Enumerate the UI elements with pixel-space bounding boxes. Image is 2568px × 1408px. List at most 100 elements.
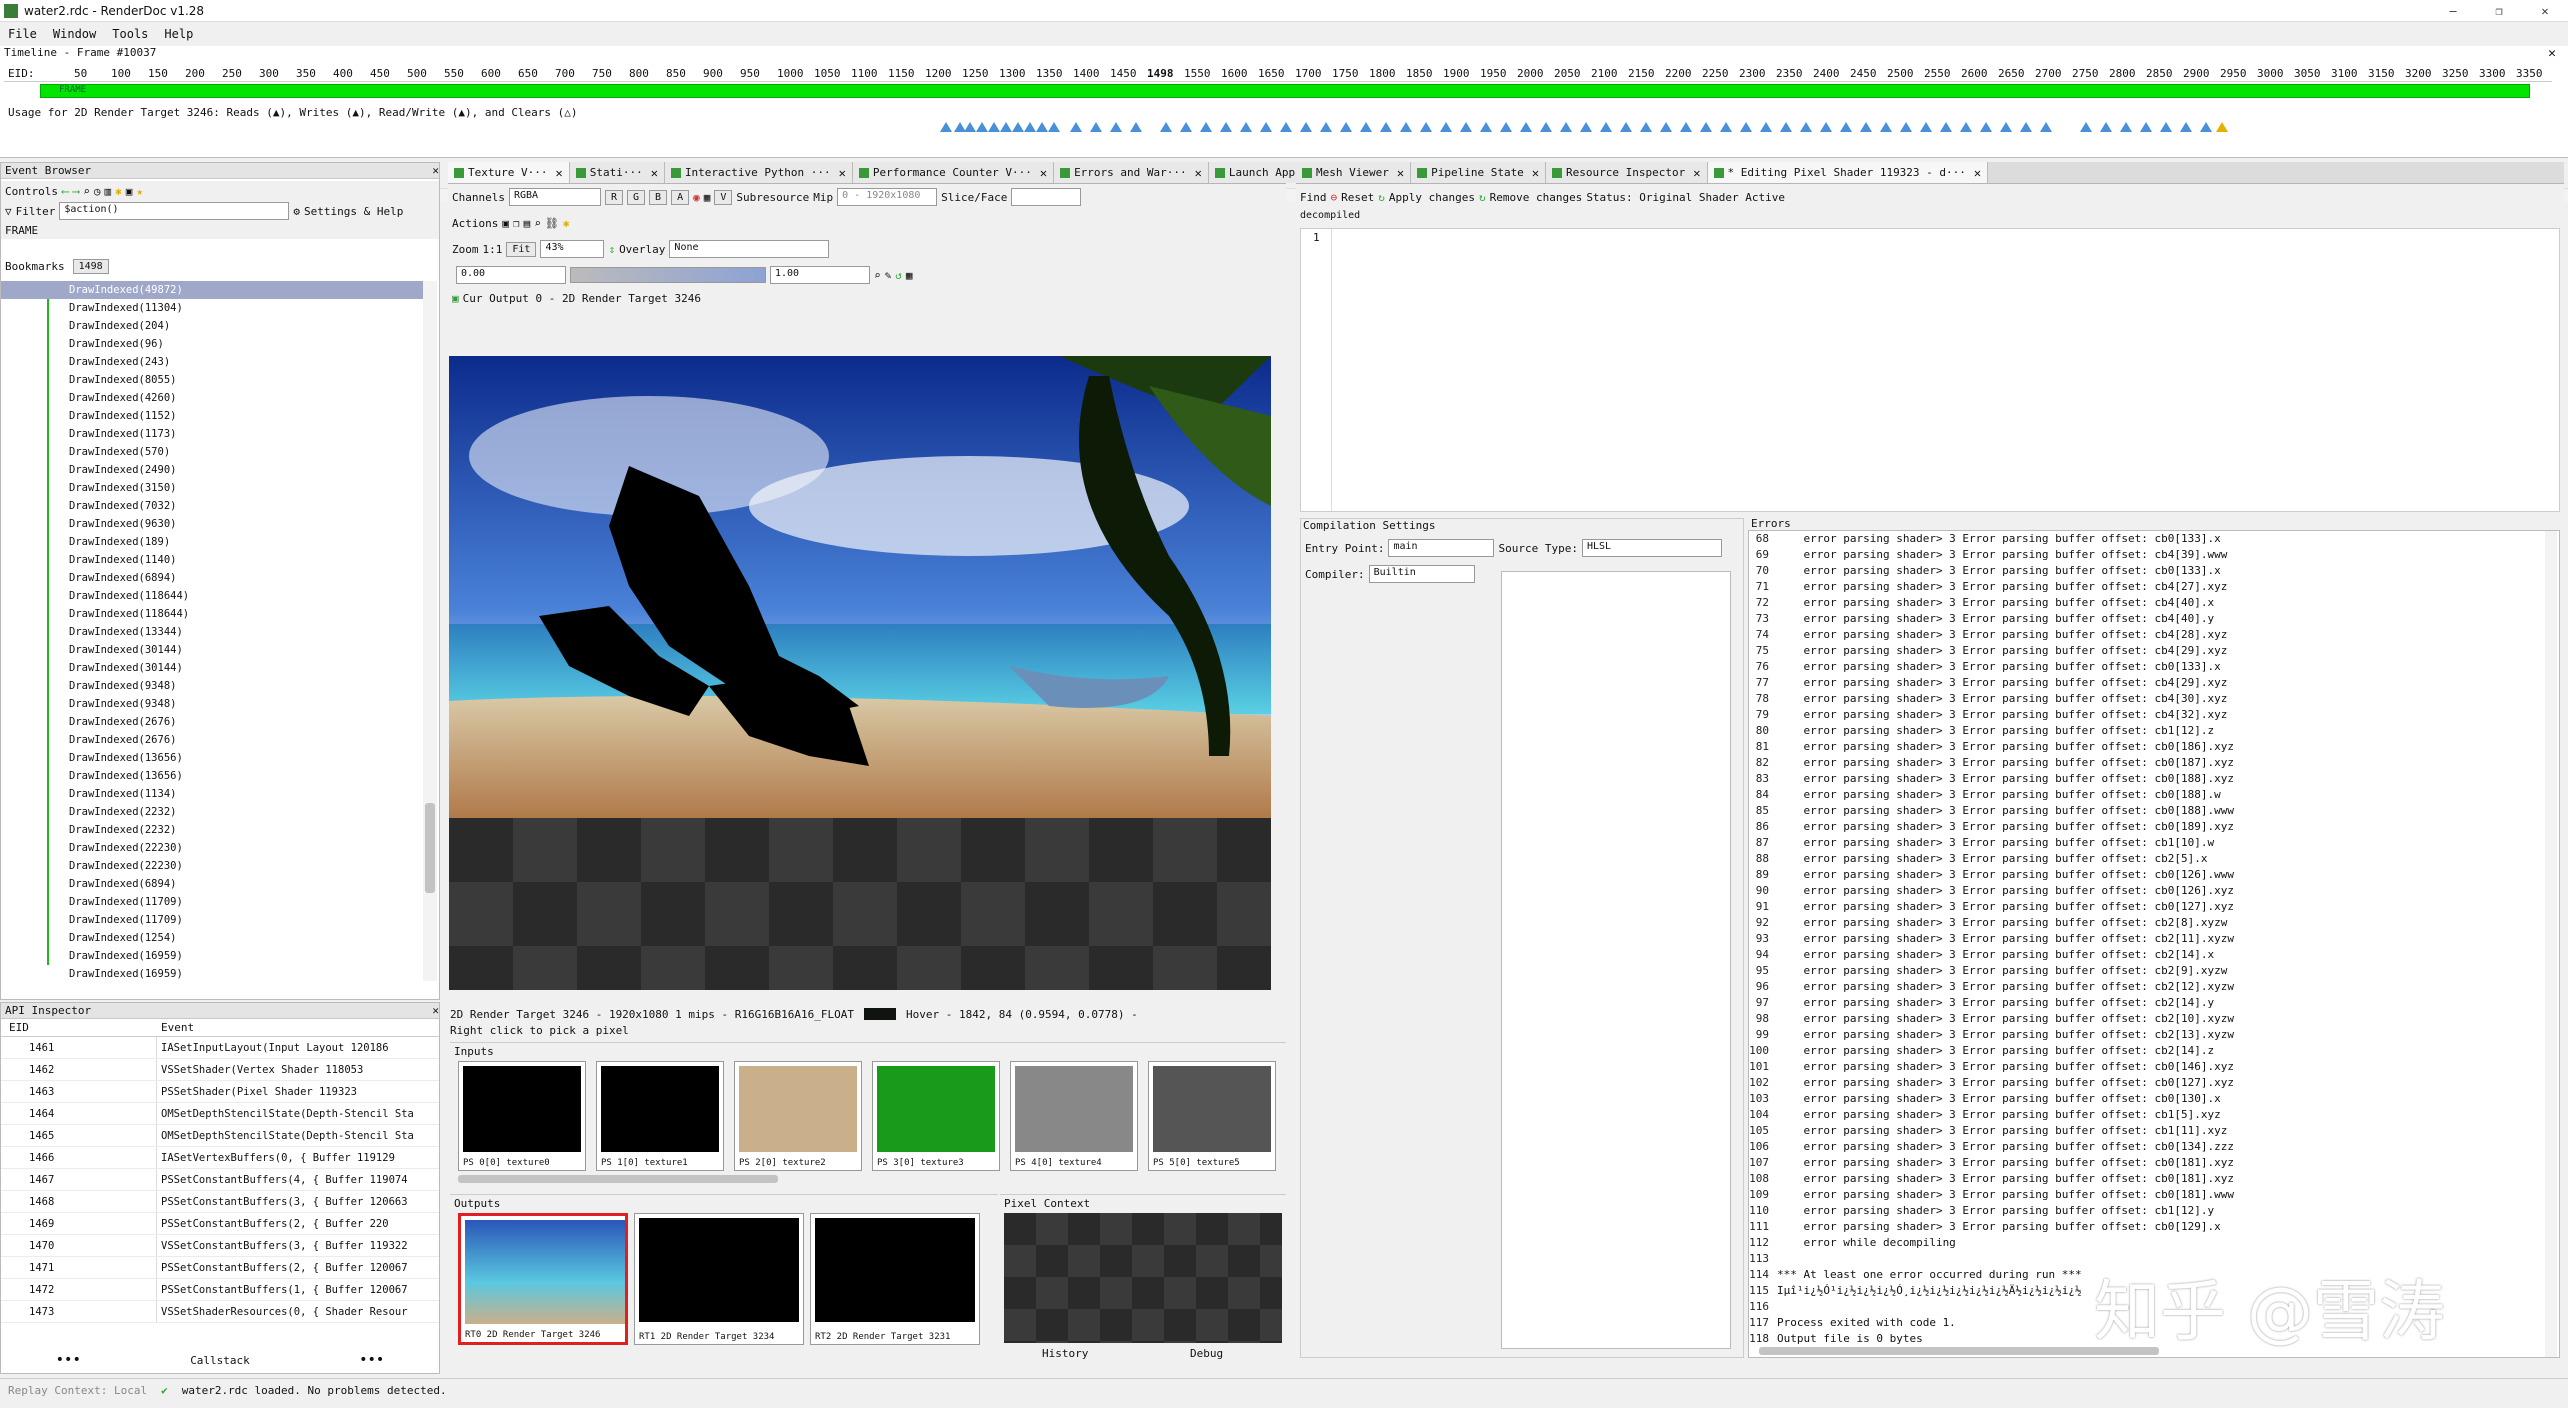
- channel-b-toggle[interactable]: B: [649, 189, 668, 205]
- source-type-select[interactable]: HLSL: [1581, 539, 1722, 557]
- api-call-row[interactable]: 1469 PSSetConstantBuffers(2, { Buffer 220: [1, 1213, 439, 1235]
- tab[interactable]: Performance Counter V··· ✕: [852, 162, 1055, 183]
- input-texture-thumbnail[interactable]: PS 1[0] texture1: [596, 1061, 724, 1171]
- pixel-context-preview[interactable]: [1004, 1213, 1282, 1343]
- tab-close-icon[interactable]: ✕: [651, 166, 658, 180]
- output-target-thumbnail[interactable]: RT1 2D Render Target 3234: [634, 1213, 804, 1345]
- event-row[interactable]: DrawIndexed(6894): [1, 569, 423, 587]
- api-call-row[interactable]: 1466 IASetVertexBuffers(0, { Buffer 11912…: [1, 1147, 439, 1169]
- event-row[interactable]: DrawIndexed(8055): [1, 371, 423, 389]
- minimize-button[interactable]: –: [2430, 0, 2476, 22]
- channel-r-toggle[interactable]: R: [604, 189, 624, 205]
- compiler-select[interactable]: Builtin: [1368, 565, 1475, 583]
- shader-code-editor[interactable]: 1: [1300, 228, 2560, 512]
- apply-icon[interactable]: ↻: [1378, 191, 1385, 204]
- tab[interactable]: Pipeline State ✕: [1411, 162, 1547, 183]
- menu-file[interactable]: File: [8, 27, 37, 41]
- tab[interactable]: * Editing Pixel Shader 119323 - d··· ✕: [1707, 162, 1989, 183]
- event-row[interactable]: DrawIndexed(9348): [1, 677, 423, 695]
- event-row[interactable]: DrawIndexed(9348): [1, 695, 423, 713]
- texture-checkerboard-background[interactable]: [449, 818, 1271, 990]
- input-texture-thumbnail[interactable]: PS 5[0] texture5: [1148, 1061, 1276, 1171]
- input-texture-thumbnail[interactable]: PS 2[0] texture2: [734, 1061, 862, 1171]
- event-row[interactable]: DrawIndexed(2232): [1, 803, 423, 821]
- api-call-row[interactable]: 1463 PSSetShader(Pixel Shader 119323: [1, 1081, 439, 1103]
- event-row[interactable]: DrawIndexed(49872): [1, 281, 423, 299]
- event-row[interactable]: DrawIndexed(1140): [1, 551, 423, 569]
- tab[interactable]: Resource Inspector ✕: [1546, 162, 1708, 183]
- timeline-close-icon[interactable]: ✕: [2548, 46, 2556, 61]
- tab[interactable]: Stati··· ✕: [569, 162, 665, 183]
- error-log[interactable]: 68 error parsing shader> 3 Error parsing…: [1749, 531, 2559, 1347]
- find-button[interactable]: Find: [1300, 191, 1327, 204]
- reset-button[interactable]: Reset: [1341, 191, 1374, 204]
- maximize-button[interactable]: ❐: [2476, 0, 2522, 22]
- find-icon[interactable]: ⌕: [83, 185, 90, 198]
- event-row[interactable]: DrawIndexed(189): [1, 533, 423, 551]
- event-row[interactable]: DrawIndexed(118644): [1, 587, 423, 605]
- save-texture-icon[interactable]: ▣: [502, 217, 509, 230]
- range-max-input[interactable]: 1.00: [770, 266, 870, 284]
- event-row[interactable]: DrawIndexed(7032): [1, 497, 423, 515]
- remove-icon[interactable]: ↻: [1479, 191, 1486, 204]
- tab-close-icon[interactable]: ✕: [1532, 166, 1539, 180]
- prev-arrow-icon[interactable]: ⟵: [62, 185, 69, 198]
- range-slider[interactable]: [570, 267, 766, 283]
- menu-window[interactable]: Window: [53, 27, 96, 41]
- histogram-icon[interactable]: ▦: [906, 269, 913, 282]
- apply-changes-button[interactable]: Apply changes: [1389, 191, 1475, 204]
- tab-close-icon[interactable]: ✕: [555, 166, 562, 180]
- tab[interactable]: Interactive Python ··· ✕: [664, 162, 853, 183]
- close-button[interactable]: ✕: [2522, 0, 2568, 22]
- inputs-scrollbar[interactable]: [458, 1175, 778, 1183]
- remove-changes-button[interactable]: Remove changes: [1490, 191, 1583, 204]
- link-icon[interactable]: ⛓: [545, 217, 559, 230]
- event-row[interactable]: DrawIndexed(96): [1, 335, 423, 353]
- decompiled-tab[interactable]: decompiled: [1296, 210, 2564, 224]
- tab[interactable]: Errors and War··· ✕: [1054, 162, 1209, 183]
- api-call-row[interactable]: 1467 PSSetConstantBuffers(4, { Buffer 119…: [1, 1169, 439, 1191]
- event-row[interactable]: DrawIndexed(3150): [1, 479, 423, 497]
- event-row[interactable]: DrawIndexed(13344): [1, 623, 423, 641]
- api-call-row[interactable]: 1468 PSSetConstantBuffers(3, { Buffer 120…: [1, 1191, 439, 1213]
- event-row[interactable]: DrawIndexed(16959): [1, 947, 423, 965]
- color-wheel-icon[interactable]: ◉: [693, 191, 700, 204]
- event-row[interactable]: DrawIndexed(1152): [1, 407, 423, 425]
- tab-close-icon[interactable]: ✕: [1040, 166, 1047, 180]
- reset-range-icon[interactable]: ↺: [895, 269, 902, 282]
- overlay-select[interactable]: None: [669, 240, 830, 258]
- star-icon[interactable]: ✱: [115, 185, 122, 198]
- timer-icon[interactable]: ◷: [94, 185, 101, 198]
- input-texture-thumbnail[interactable]: PS 0[0] texture0: [458, 1061, 586, 1171]
- mip-select[interactable]: 0 - 1920x1080: [837, 188, 938, 206]
- zoom-select[interactable]: 43%: [540, 240, 605, 258]
- api-call-row[interactable]: 1461 IASetInputLayout(Input Layout 120186: [1, 1037, 439, 1059]
- event-row[interactable]: DrawIndexed(118644): [1, 605, 423, 623]
- event-row[interactable]: DrawIndexed(22230): [1, 857, 423, 875]
- settings-help-button[interactable]: Settings & Help: [304, 205, 403, 218]
- event-row[interactable]: DrawIndexed(30144): [1, 641, 423, 659]
- more-icon[interactable]: •••: [56, 1352, 81, 1368]
- channel-a-toggle[interactable]: A: [671, 189, 690, 205]
- api-call-row[interactable]: 1472 PSSetConstantBuffers(1, { Buffer 120…: [1, 1279, 439, 1301]
- menu-tools[interactable]: Tools: [112, 27, 148, 41]
- api-call-row[interactable]: 1465 OMSetDepthStencilState(Depth-Stencil…: [1, 1125, 439, 1147]
- render-target-preview[interactable]: [449, 356, 1271, 818]
- scroll-thumb[interactable]: [425, 803, 435, 893]
- gear-icon[interactable]: ⚙: [293, 205, 300, 218]
- event-row[interactable]: DrawIndexed(13656): [1, 749, 423, 767]
- event-row[interactable]: DrawIndexed(570): [1, 443, 423, 461]
- next-arrow-icon[interactable]: ⟶: [73, 185, 80, 198]
- fit-button[interactable]: Fit: [506, 241, 537, 257]
- bookmark-icon[interactable]: ★: [136, 185, 143, 198]
- input-texture-thumbnail[interactable]: PS 4[0] texture4: [1010, 1061, 1138, 1171]
- event-row[interactable]: DrawIndexed(1254): [1, 929, 423, 947]
- channel-g-toggle[interactable]: G: [627, 189, 646, 205]
- tab[interactable]: Mesh Viewer ✕: [1296, 162, 1412, 183]
- auto-fit-icon[interactable]: ✎: [885, 269, 892, 282]
- event-row[interactable]: DrawIndexed(11709): [1, 911, 423, 929]
- api-call-row[interactable]: 1471 PSSetConstantBuffers(2, { Buffer 120…: [1, 1257, 439, 1279]
- event-row[interactable]: DrawIndexed(13656): [1, 767, 423, 785]
- event-row[interactable]: DrawIndexed(1173): [1, 425, 423, 443]
- api-call-row[interactable]: 1470 VSSetConstantBuffers(3, { Buffer 119…: [1, 1235, 439, 1257]
